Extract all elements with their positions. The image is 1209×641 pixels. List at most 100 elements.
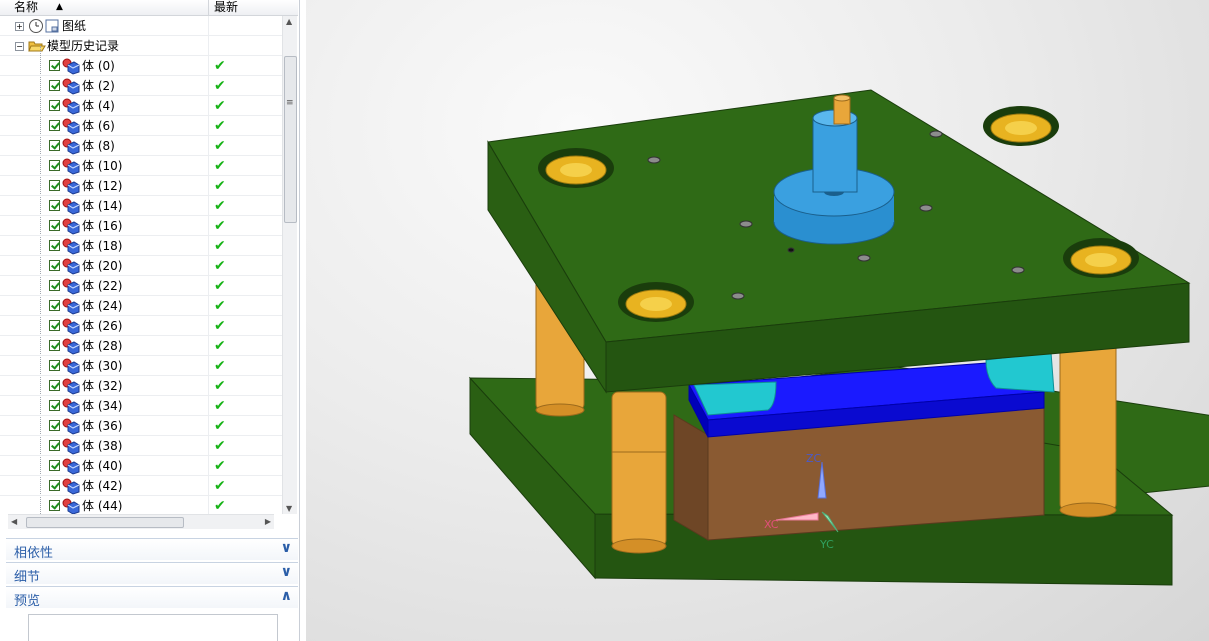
tree-column-header: 名称 ▲ 最新 <box>0 0 298 16</box>
tree-node-body[interactable]: 体 (16) ✔ <box>0 216 282 236</box>
column-latest-header[interactable]: 最新 <box>214 0 238 15</box>
column-divider <box>208 76 209 96</box>
up-to-date-check-icon: ✔ <box>214 278 226 294</box>
visibility-checkbox[interactable] <box>49 100 60 111</box>
column-name-header[interactable]: 名称 <box>14 0 38 15</box>
tree-node-label: 体 (0) <box>82 59 115 73</box>
visibility-checkbox[interactable] <box>49 440 60 451</box>
tree-node-body[interactable]: 体 (44) ✔ <box>0 496 282 514</box>
expand-icon[interactable]: + <box>15 22 24 31</box>
solid-body-icon <box>62 398 80 415</box>
horizontal-scrollbar[interactable]: ◀ ▶ <box>8 514 274 529</box>
visibility-checkbox[interactable] <box>49 340 60 351</box>
tree-node-body[interactable]: 体 (6) ✔ <box>0 116 282 136</box>
scroll-left-icon[interactable]: ◀ <box>11 517 17 526</box>
collapse-icon[interactable]: − <box>15 42 24 51</box>
axis-label-y: YC <box>819 538 834 551</box>
visibility-checkbox[interactable] <box>49 260 60 271</box>
scrollbar-thumb[interactable] <box>26 517 184 528</box>
dependencies-section[interactable]: 相依性 ∨ <box>6 538 298 561</box>
visibility-checkbox[interactable] <box>49 80 60 91</box>
visibility-checkbox[interactable] <box>49 140 60 151</box>
chevron-down-icon[interactable]: ∨ <box>281 540 292 556</box>
tree-node-body[interactable]: 体 (38) ✔ <box>0 436 282 456</box>
solid-body-icon <box>62 478 80 495</box>
tree-node-body[interactable]: 体 (4) ✔ <box>0 96 282 116</box>
tree-node-body[interactable]: 体 (26) ✔ <box>0 316 282 336</box>
details-section[interactable]: 细节 ∨ <box>6 562 298 585</box>
guide-pillar <box>611 391 667 547</box>
visibility-checkbox[interactable] <box>49 120 60 131</box>
visibility-checkbox[interactable] <box>49 460 60 471</box>
tree-node-label: 体 (26) <box>82 319 123 333</box>
tree-node-body[interactable]: 体 (18) ✔ <box>0 236 282 256</box>
tree-node-body[interactable]: 体 (24) ✔ <box>0 296 282 316</box>
visibility-checkbox[interactable] <box>49 420 60 431</box>
column-divider <box>208 496 209 514</box>
visibility-checkbox[interactable] <box>49 320 60 331</box>
tree-node-body[interactable]: 体 (34) ✔ <box>0 396 282 416</box>
solid-body-icon <box>62 438 80 455</box>
preview-section[interactable]: 预览 ∧ <box>6 586 298 609</box>
drawing-sheet-icon <box>44 18 60 34</box>
tree-node-drawings[interactable]: + 图纸 <box>0 16 282 36</box>
tree-node-label: 体 (32) <box>82 379 123 393</box>
tree-node-body[interactable]: 体 (28) ✔ <box>0 336 282 356</box>
visibility-checkbox[interactable] <box>49 360 60 371</box>
bushing-icon <box>538 148 614 188</box>
tree-node-body[interactable]: 体 (36) ✔ <box>0 416 282 436</box>
tree-node-body[interactable]: 体 (12) ✔ <box>0 176 282 196</box>
tree-node-body[interactable]: 体 (2) ✔ <box>0 76 282 96</box>
vertical-scrollbar[interactable]: ▲ ≡ ▼ <box>282 16 297 514</box>
tree-node-body[interactable]: 体 (20) ✔ <box>0 256 282 276</box>
scroll-down-icon[interactable]: ▼ <box>286 504 292 513</box>
visibility-checkbox[interactable] <box>49 300 60 311</box>
column-divider <box>208 296 209 316</box>
visibility-checkbox[interactable] <box>49 380 60 391</box>
bushing-icon <box>618 282 694 322</box>
tree-node-model-history[interactable]: − 模型历史记录 <box>0 36 282 56</box>
guide-pillar <box>1059 339 1117 511</box>
column-divider <box>208 36 209 56</box>
visibility-checkbox[interactable] <box>49 240 60 251</box>
column-divider <box>208 96 209 116</box>
up-to-date-check-icon: ✔ <box>214 158 226 174</box>
visibility-checkbox[interactable] <box>49 220 60 231</box>
chevron-down-icon[interactable]: ∨ <box>281 564 292 580</box>
visibility-checkbox[interactable] <box>49 280 60 291</box>
tree-node-label: 体 (20) <box>82 259 123 273</box>
tree-node-body[interactable]: 体 (32) ✔ <box>0 376 282 396</box>
scrollbar-thumb[interactable] <box>284 56 297 223</box>
column-divider[interactable] <box>208 0 209 16</box>
visibility-checkbox[interactable] <box>49 400 60 411</box>
tree-node-label: 体 (44) <box>82 499 123 513</box>
visibility-checkbox[interactable] <box>49 500 60 511</box>
visibility-checkbox[interactable] <box>49 480 60 491</box>
column-divider <box>208 376 209 396</box>
up-to-date-check-icon: ✔ <box>214 218 226 234</box>
mold-model-view[interactable]: ZC XC YC <box>306 0 1209 641</box>
tree-node-body[interactable]: 体 (10) ✔ <box>0 156 282 176</box>
tree-node-label: 体 (4) <box>82 99 115 113</box>
visibility-checkbox[interactable] <box>49 200 60 211</box>
scroll-right-icon[interactable]: ▶ <box>265 517 271 526</box>
tree-node-body[interactable]: 体 (0) ✔ <box>0 56 282 76</box>
tree-node-body[interactable]: 体 (14) ✔ <box>0 196 282 216</box>
column-divider <box>208 476 209 496</box>
up-to-date-check-icon: ✔ <box>214 498 226 514</box>
visibility-checkbox[interactable] <box>49 60 60 71</box>
graphics-window[interactable]: ZC XC YC <box>306 0 1209 641</box>
up-to-date-check-icon: ✔ <box>214 418 226 434</box>
chevron-up-icon[interactable]: ∧ <box>281 588 292 604</box>
tree-node-body[interactable]: 体 (8) ✔ <box>0 136 282 156</box>
visibility-checkbox[interactable] <box>49 180 60 191</box>
tree-node-body[interactable]: 体 (30) ✔ <box>0 356 282 376</box>
tree-node-body[interactable]: 体 (22) ✔ <box>0 276 282 296</box>
solid-body-icon <box>62 238 80 255</box>
solid-body-icon <box>62 418 80 435</box>
sort-ascending-icon[interactable]: ▲ <box>56 0 63 15</box>
tree-node-body[interactable]: 体 (40) ✔ <box>0 456 282 476</box>
scroll-up-icon[interactable]: ▲ <box>286 17 292 26</box>
visibility-checkbox[interactable] <box>49 160 60 171</box>
tree-node-body[interactable]: 体 (42) ✔ <box>0 476 282 496</box>
